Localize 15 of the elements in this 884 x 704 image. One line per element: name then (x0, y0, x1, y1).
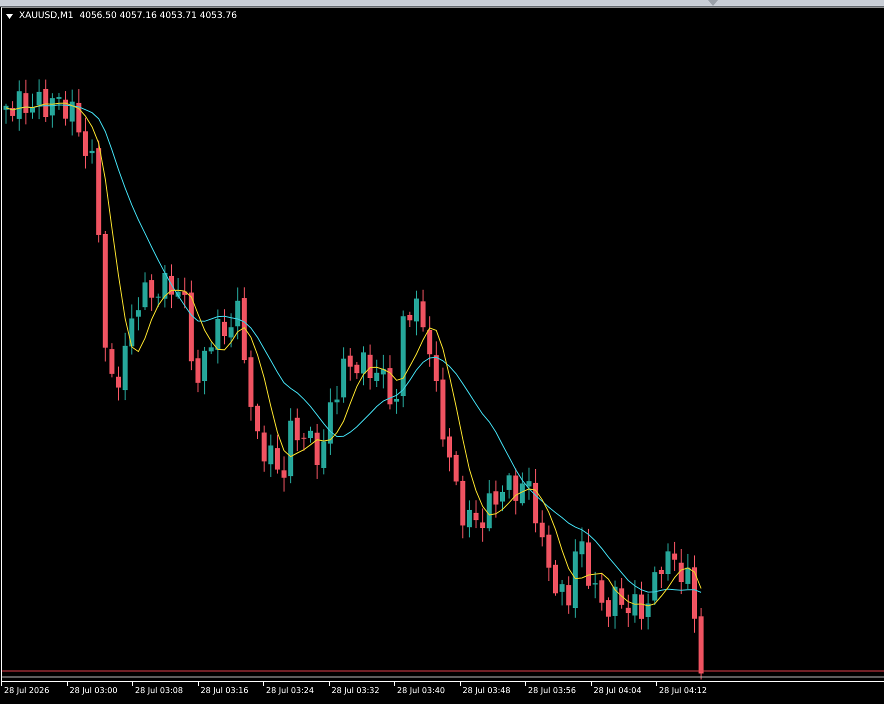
time-axis-label: 28 Jul 03:16 (200, 686, 248, 695)
time-axis-label: 28 Jul 03:24 (266, 686, 314, 695)
symbol-label: XAUUSD,M1 (19, 11, 74, 21)
time-axis-label: 28 Jul 03:40 (397, 686, 445, 695)
time-axis-label: 28 Jul 03:32 (332, 686, 380, 695)
ohlc-prices: 4056.50 4057.16 4053.71 4053.76 (80, 11, 237, 21)
time-axis-label: 28 Jul 03:48 (462, 686, 510, 695)
dropdown-triangle-icon[interactable] (6, 14, 13, 18)
time-axis-label: 28 Jul 04:12 (659, 686, 707, 695)
time-axis-label: 28 Jul 03:08 (135, 686, 183, 695)
time-axis-label: 28 Jul 03:56 (528, 686, 576, 695)
triangle-marker-icon (708, 0, 718, 6)
time-axis-label: 28 Jul 03:00 (70, 686, 118, 695)
time-axis-label: 28 Jul 2026 (4, 686, 50, 695)
time-axis-label: 28 Jul 04:04 (594, 686, 642, 695)
